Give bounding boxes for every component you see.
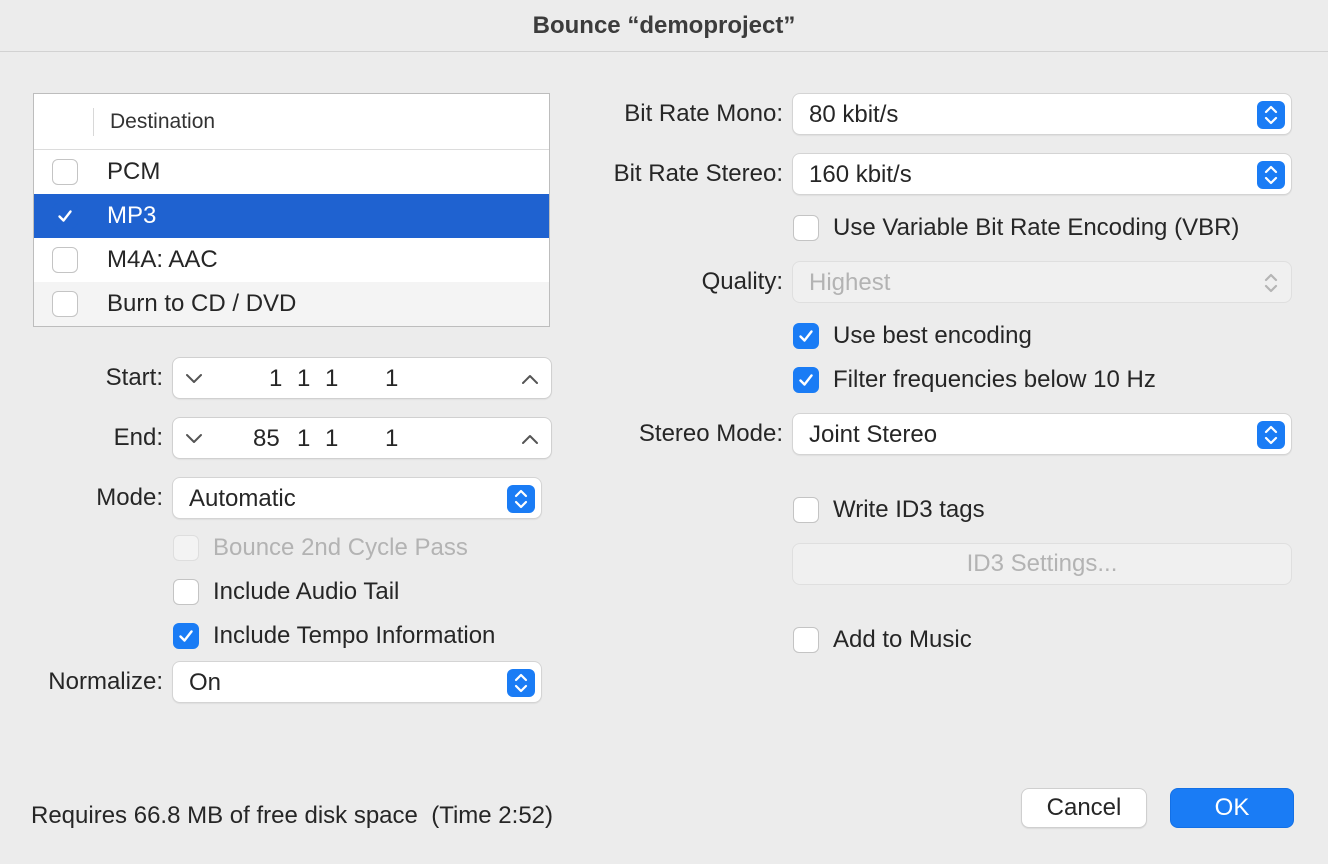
popup-arrows-icon	[1257, 269, 1285, 297]
end-position-field[interactable]: 85 1 1 1	[172, 417, 552, 459]
start-division[interactable]: 1	[325, 365, 338, 393]
chevron-up-icon[interactable]	[517, 366, 543, 392]
stereo-mode-label: Stereo Mode:	[638, 420, 783, 447]
filter-frequencies-row[interactable]: Filter frequencies below 10 Hz	[793, 366, 1156, 394]
destination-row-mp3[interactable]: MP3	[34, 194, 549, 238]
destination-row-label: PCM	[107, 158, 161, 185]
destination-row-pcm[interactable]: PCM	[34, 150, 549, 194]
popup-arrows-icon	[1257, 161, 1285, 189]
end-label: End:	[113, 424, 163, 451]
best-encoding-checkbox[interactable]	[793, 323, 819, 349]
include-audio-tail-label[interactable]: Include Audio Tail	[213, 578, 399, 606]
add-to-music-checkbox[interactable]	[793, 627, 819, 653]
bit-rate-mono-value: 80 kbit/s	[809, 101, 899, 128]
destination-row-label: MP3	[107, 202, 157, 229]
best-encoding-label[interactable]: Use best encoding	[833, 322, 1032, 350]
start-bar[interactable]: 1	[269, 365, 282, 393]
write-id3-row[interactable]: Write ID3 tags	[793, 496, 985, 524]
destination-row-burn-cd[interactable]: Burn to CD / DVD	[34, 282, 549, 326]
mode-popup[interactable]: Automatic	[172, 477, 542, 519]
disk-space-status: Requires 66.8 MB of free disk space (Tim…	[31, 802, 553, 829]
filter-frequencies-checkbox[interactable]	[793, 367, 819, 393]
popup-arrows-icon	[507, 669, 535, 697]
end-tick[interactable]: 1	[385, 425, 398, 453]
bit-rate-mono-popup[interactable]: 80 kbit/s	[792, 93, 1292, 135]
popup-arrows-icon	[1257, 101, 1285, 129]
normalize-value: On	[189, 669, 222, 696]
stereo-mode-value: Joint Stereo	[809, 421, 938, 448]
burn-cd-checkbox[interactable]	[52, 291, 78, 317]
stereo-mode-popup[interactable]: Joint Stereo	[792, 413, 1292, 455]
start-tick[interactable]: 1	[385, 365, 398, 393]
destination-table-header: Destination	[34, 94, 549, 150]
bounce-2nd-cycle-checkbox	[173, 535, 199, 561]
destination-column-header[interactable]: Destination	[110, 110, 215, 134]
chevron-down-icon[interactable]	[181, 366, 207, 392]
id3-settings-button: ID3 Settings...	[792, 543, 1292, 585]
start-beat[interactable]: 1	[297, 365, 310, 393]
mp3-checkbox[interactable]	[52, 203, 78, 229]
write-id3-checkbox[interactable]	[793, 497, 819, 523]
bounce-2nd-cycle-checkbox-row: Bounce 2nd Cycle Pass	[173, 534, 468, 562]
window-title: Bounce “demoproject”	[532, 11, 796, 39]
column-separator	[93, 108, 94, 136]
chevron-down-icon[interactable]	[181, 426, 207, 452]
end-division[interactable]: 1	[325, 425, 338, 453]
checkmark-icon	[58, 210, 72, 222]
include-audio-tail-row[interactable]: Include Audio Tail	[173, 578, 399, 606]
include-tempo-checkbox[interactable]	[173, 623, 199, 649]
mode-label: Mode:	[96, 484, 163, 511]
add-to-music-label[interactable]: Add to Music	[833, 626, 972, 654]
bit-rate-stereo-popup[interactable]: 160 kbit/s	[792, 153, 1292, 195]
filter-frequencies-label[interactable]: Filter frequencies below 10 Hz	[833, 366, 1156, 394]
destination-table: Destination PCM MP3 M4A: AAC Burn to CD …	[33, 93, 550, 327]
best-encoding-row[interactable]: Use best encoding	[793, 322, 1032, 350]
popup-arrows-icon	[507, 485, 535, 513]
m4a-checkbox[interactable]	[52, 247, 78, 273]
include-tempo-label[interactable]: Include Tempo Information	[213, 622, 495, 650]
include-audio-tail-checkbox[interactable]	[173, 579, 199, 605]
title-bar: Bounce “demoproject”	[0, 0, 1328, 52]
add-to-music-row[interactable]: Add to Music	[793, 626, 972, 654]
start-position-field[interactable]: 1 1 1 1	[172, 357, 552, 399]
bit-rate-stereo-value: 160 kbit/s	[809, 161, 912, 188]
end-bar[interactable]: 85	[253, 425, 280, 453]
mode-value: Automatic	[189, 485, 296, 512]
vbr-checkbox[interactable]	[793, 215, 819, 241]
vbr-label[interactable]: Use Variable Bit Rate Encoding (VBR)	[833, 214, 1239, 242]
ok-button[interactable]: OK	[1170, 788, 1294, 828]
destination-row-label: M4A: AAC	[107, 246, 218, 273]
quality-label: Quality:	[701, 268, 783, 295]
write-id3-label[interactable]: Write ID3 tags	[833, 496, 985, 524]
end-beat[interactable]: 1	[297, 425, 310, 453]
checkmark-icon	[799, 330, 813, 342]
bit-rate-mono-label: Bit Rate Mono:	[624, 100, 783, 127]
destination-row-label: Burn to CD / DVD	[107, 290, 297, 317]
popup-arrows-icon	[1257, 421, 1285, 449]
checkmark-icon	[799, 374, 813, 386]
quality-value: Highest	[809, 269, 891, 296]
normalize-popup[interactable]: On	[172, 661, 542, 703]
pcm-checkbox[interactable]	[52, 159, 78, 185]
normalize-label: Normalize:	[48, 668, 163, 695]
bounce-2nd-cycle-label: Bounce 2nd Cycle Pass	[213, 534, 468, 561]
destination-row-m4a[interactable]: M4A: AAC	[34, 238, 549, 282]
checkmark-icon	[179, 630, 193, 642]
quality-popup: Highest	[792, 261, 1292, 303]
chevron-up-icon[interactable]	[517, 426, 543, 452]
bit-rate-stereo-label: Bit Rate Stereo:	[613, 160, 783, 187]
include-tempo-row[interactable]: Include Tempo Information	[173, 622, 495, 650]
vbr-row[interactable]: Use Variable Bit Rate Encoding (VBR)	[793, 214, 1239, 242]
cancel-button[interactable]: Cancel	[1021, 788, 1147, 828]
start-label: Start:	[105, 364, 163, 391]
